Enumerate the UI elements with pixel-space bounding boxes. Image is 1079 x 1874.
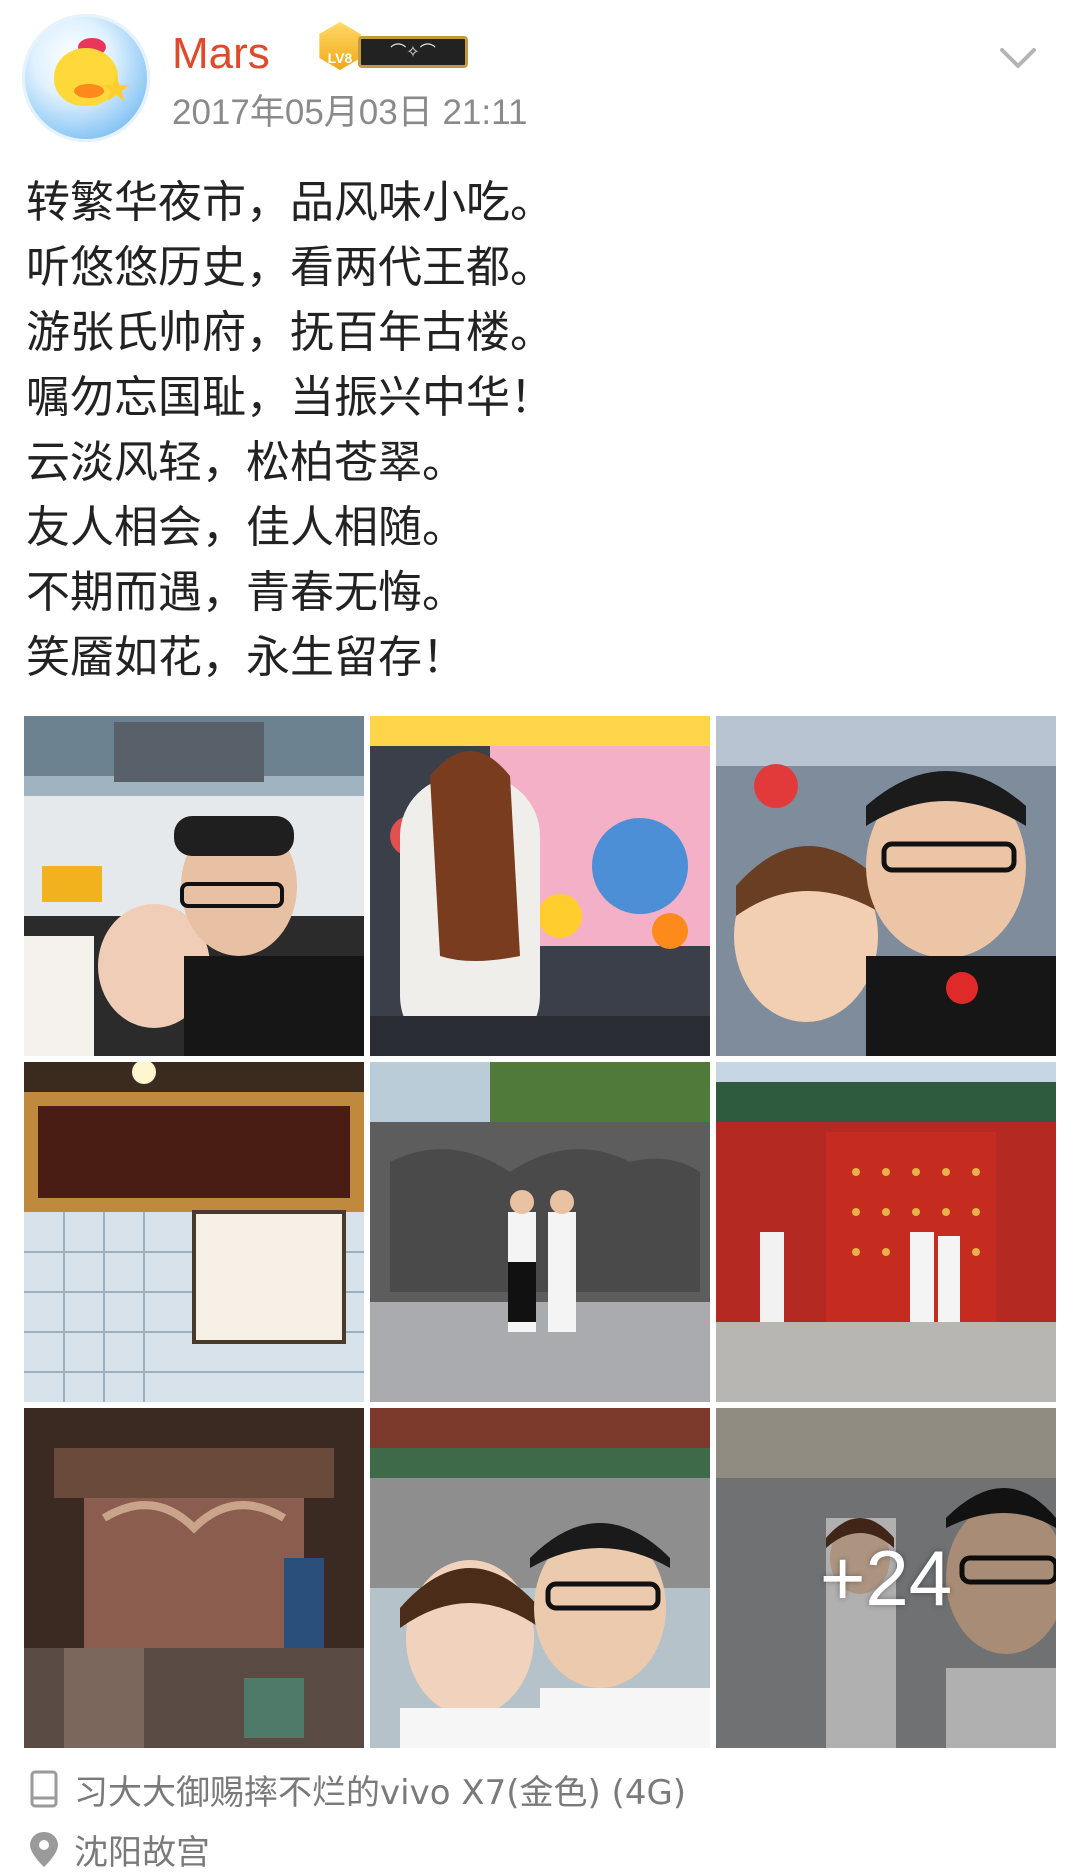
post-line: 听悠悠历史，看两代王都。 <box>26 242 554 293</box>
wings-icon: ⌒✧⌒ <box>390 42 436 61</box>
phone-icon <box>30 1770 58 1808</box>
post-header: ★ Mars LV8 ⌒✧⌒ 2017年05月03日 21:11 <box>0 0 1079 142</box>
post-line: 转繁华夜市，品风味小吃。 <box>26 177 554 228</box>
post-line: 游张氏帅府，抚百年古楼。 <box>26 307 554 358</box>
photo-thumbnail[interactable] <box>24 1062 364 1402</box>
more-photos-count: +24 <box>819 1533 953 1622</box>
post-location[interactable]: 沈阳故宫 <box>26 1824 210 1874</box>
photo-thumbnail[interactable] <box>24 716 364 1056</box>
location-pin-icon <box>30 1832 58 1867</box>
device-label: 习大大御赐摔不烂的vivo X7(金色) (4G) <box>74 1772 687 1813</box>
photo-thumbnail-more[interactable]: +24 <box>716 1408 1056 1748</box>
photo-thumbnail[interactable] <box>716 1062 1056 1402</box>
post-line: 笑靥如花，永生留存！ <box>26 632 466 683</box>
photo-thumbnail[interactable] <box>370 1062 710 1402</box>
chevron-down-icon[interactable] <box>998 44 1038 74</box>
more-photos-overlay[interactable]: +24 <box>716 1408 1056 1748</box>
star-icon: ★ <box>100 69 133 110</box>
username[interactable]: Mars <box>172 26 270 82</box>
medal-badge[interactable]: ⌒✧⌒ <box>358 36 468 68</box>
post-line: 友人相会，佳人相随。 <box>26 502 466 553</box>
post-line: 不期而遇，青春无悔。 <box>26 567 466 618</box>
device-source[interactable]: 习大大御赐摔不烂的vivo X7(金色) (4G) <box>26 1764 686 1814</box>
post-text: 转繁华夜市，品风味小吃。 听悠悠历史，看两代王都。 游张氏帅府，抚百年古楼。 嘱… <box>26 170 1056 690</box>
photo-thumbnail[interactable] <box>370 1408 710 1748</box>
avatar[interactable]: ★ <box>22 14 150 142</box>
post-timestamp: 2017年05月03日 21:11 <box>172 93 528 132</box>
photo-thumbnail[interactable] <box>24 1408 364 1748</box>
post-line: 嘱勿忘国耻，当振兴中华！ <box>26 372 554 423</box>
location-label: 沈阳故宫 <box>74 1832 210 1873</box>
photo-thumbnail[interactable] <box>370 716 710 1056</box>
photo-grid: +24 <box>24 716 1056 1748</box>
photo-thumbnail[interactable] <box>716 716 1056 1056</box>
post-line: 云淡风轻，松柏苍翠。 <box>26 437 466 488</box>
